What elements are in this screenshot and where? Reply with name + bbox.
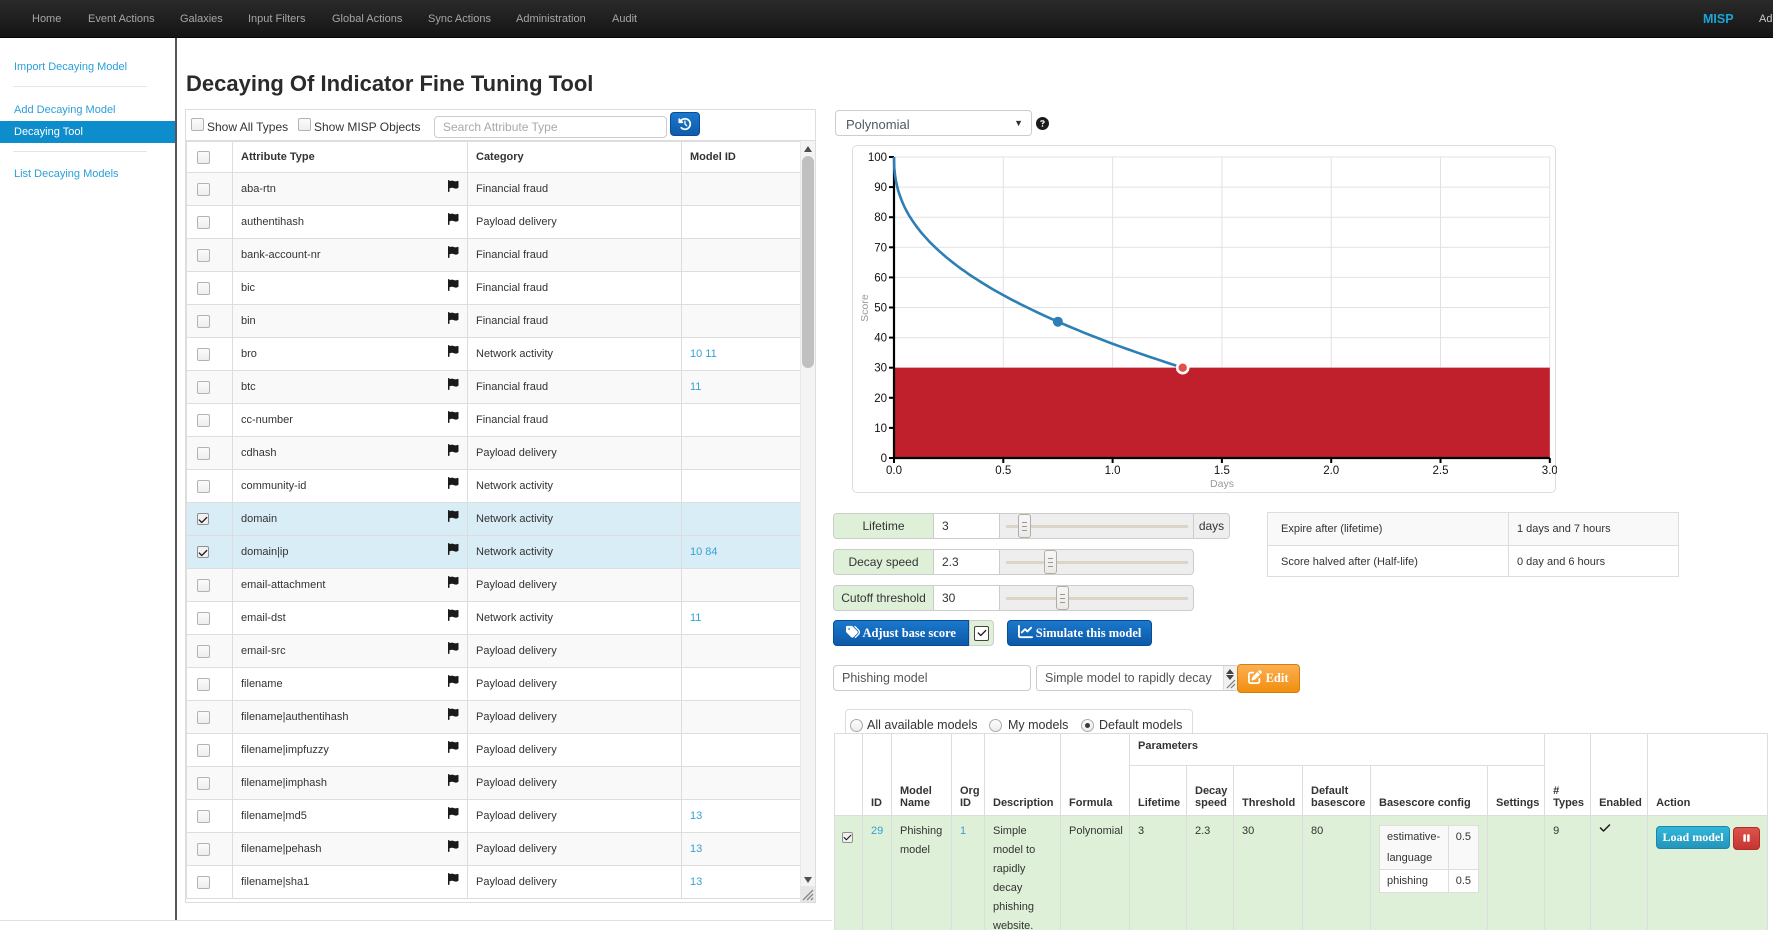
svg-text:90: 90 xyxy=(874,182,887,194)
svg-text:50: 50 xyxy=(874,303,887,315)
svg-text:2.5: 2.5 xyxy=(1433,465,1449,477)
svg-text:1.0: 1.0 xyxy=(1105,465,1121,477)
svg-text:Score: Score xyxy=(859,294,871,322)
svg-text:70: 70 xyxy=(874,242,887,254)
svg-text:30: 30 xyxy=(874,363,887,375)
svg-text:0.5: 0.5 xyxy=(995,465,1011,477)
svg-text:3.0: 3.0 xyxy=(1542,465,1557,477)
svg-text:1.5: 1.5 xyxy=(1214,465,1230,477)
svg-text:100: 100 xyxy=(868,152,887,164)
svg-text:0.0: 0.0 xyxy=(886,465,902,477)
svg-text:0: 0 xyxy=(881,453,887,465)
svg-text:10: 10 xyxy=(874,423,887,435)
svg-text:2.0: 2.0 xyxy=(1323,465,1339,477)
svg-text:40: 40 xyxy=(874,333,887,345)
svg-text:60: 60 xyxy=(874,272,887,284)
svg-text:80: 80 xyxy=(874,212,887,224)
svg-text:Days: Days xyxy=(1210,478,1234,490)
svg-text:20: 20 xyxy=(874,393,887,405)
